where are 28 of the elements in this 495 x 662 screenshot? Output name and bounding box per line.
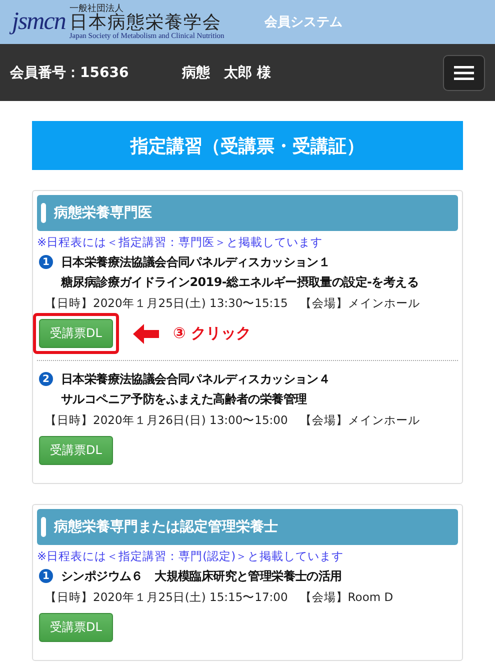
download-button[interactable]: 受講票DL <box>39 613 113 642</box>
number-icon: 2 <box>39 372 53 386</box>
course-title: シンポジウム６ 大規模臨床研究と管理栄養士の活用 <box>61 568 342 585</box>
schedule-text: 【日時】2020年１月25日(土) 13:30〜15:15 【会場】メインホール <box>45 296 421 311</box>
download-button[interactable]: 受講票DL <box>39 436 113 465</box>
course-title: 日本栄養療法協議会合同パネルディスカッション１ <box>61 254 332 271</box>
menu-button[interactable] <box>443 54 485 90</box>
page-banner: 指定講習（受講票・受講証） <box>32 121 463 170</box>
number-icon: 1 <box>39 255 53 269</box>
schedule-note: ※日程表には＜指定講習：専門(認定)＞と掲載しています <box>37 549 345 564</box>
menu-icon <box>454 66 474 80</box>
system-title: 会員システム <box>264 14 342 31</box>
schedule-text: 【日時】2020年１月26日(日) 13:00〜15:00 【会場】メインホール <box>45 413 421 428</box>
download-button[interactable]: 受講票DL <box>39 319 113 348</box>
user-name: 病態 太郎 様 <box>182 64 272 82</box>
schedule-note: ※日程表には＜指定講習：専門医＞と掲載しています <box>37 235 324 250</box>
org-name: 日本病態栄養学会 <box>69 14 222 32</box>
course-title: サルコペニア予防をふまえた高齢者の栄養管理 <box>61 391 308 408</box>
org-type: 一般社団法人 <box>69 4 124 14</box>
section-title: 病態栄養専門医 <box>37 195 458 231</box>
section-title: 病態栄養専門または認定管理栄養士 <box>37 509 458 545</box>
course-title: 日本栄養療法協議会合同パネルディスカッション４ <box>61 371 330 388</box>
member-number: 会員番号：15636 <box>10 64 130 82</box>
schedule-text: 【日時】2020年１月25日(土) 15:15〜17:00 【会場】Room D <box>45 590 394 605</box>
callout-text: ③ クリック <box>172 324 251 343</box>
arrow-icon <box>132 324 159 344</box>
course-title: 糖尿病診療ガイドライン2019-総エネルギー摂取量の設定-を考える <box>61 274 418 291</box>
number-icon: 1 <box>39 569 53 583</box>
